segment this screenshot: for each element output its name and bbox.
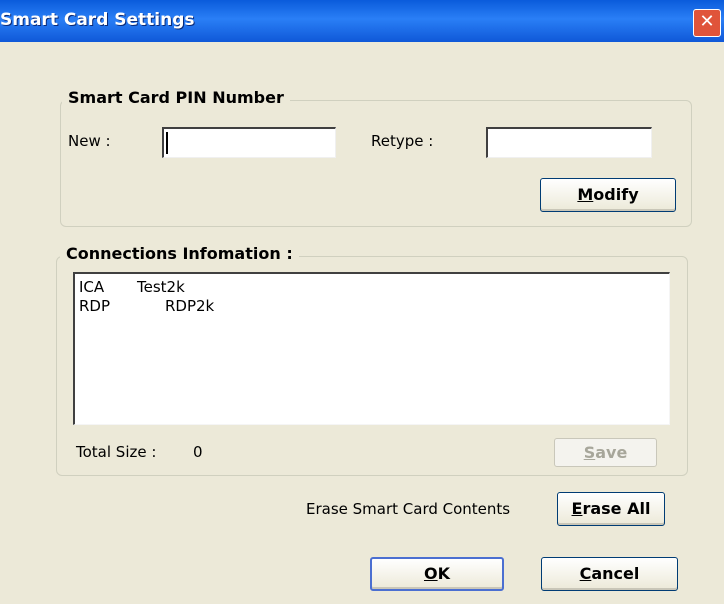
connections-list[interactable]: ICA Test2k RDP RDP2k [73,272,670,425]
save-button[interactable]: Save [554,438,657,467]
list-item[interactable]: RDP RDP2k [79,297,379,317]
ok-button[interactable]: OK [370,557,504,591]
close-icon: ✕ [699,11,715,32]
cancel-label: ancel [591,564,640,583]
retype-pin-label: Retype : [371,132,434,150]
total-size-label: Total Size : [76,443,157,461]
text-caret [166,132,168,154]
new-pin-field[interactable] [162,127,336,158]
pin-group-legend: Smart Card PIN Number [62,88,290,107]
connection-type: ICA [79,278,105,296]
connections-group-legend: Connections Infomation : [60,244,299,263]
window-title: Smart Card Settings [0,10,195,30]
ok-label: K [437,564,450,583]
connection-name: Test2k [137,278,185,296]
total-size-value: 0 [193,443,203,461]
close-button[interactable]: ✕ [693,9,721,37]
retype-pin-field[interactable] [486,127,652,158]
list-item[interactable]: ICA Test2k [79,278,379,298]
ok-mnemonic: O [423,564,438,583]
modify-button[interactable]: Modify [540,178,676,212]
cancel-mnemonic: C [579,564,592,583]
cancel-button[interactable]: Cancel [541,557,678,591]
save-label: ave [595,443,628,462]
modify-mnemonic: M [577,185,594,204]
title-bar: Smart Card Settings ✕ [0,0,724,42]
save-mnemonic: S [583,443,596,462]
erase-contents-label: Erase Smart Card Contents [306,500,511,518]
erase-label: rase All [582,499,651,518]
new-pin-label: New : [68,132,111,150]
erase-all-button[interactable]: Erase All [557,492,665,526]
modify-label: odify [593,185,639,204]
connection-type: RDP [79,297,111,315]
connection-name: RDP2k [165,297,215,315]
erase-mnemonic: E [571,499,583,518]
